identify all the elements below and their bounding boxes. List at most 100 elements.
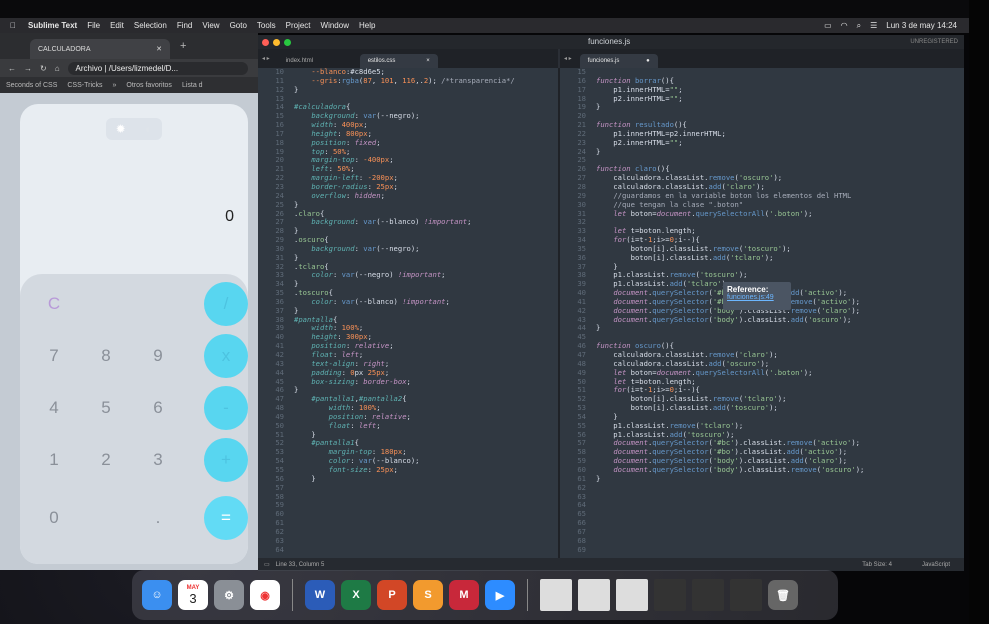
browser-tab[interactable]: CALCULADORA ✕ xyxy=(30,39,170,59)
bookmark-more[interactable]: » xyxy=(113,82,117,89)
key-7[interactable]: 7 xyxy=(32,334,76,378)
new-tab-icon[interactable]: + xyxy=(180,40,186,52)
sublime-text-icon[interactable]: S xyxy=(413,580,443,610)
url-field[interactable]: Archivo | /Users/lizmedel/D... xyxy=(67,61,248,75)
reference-popup: Reference: funciones.js:49 xyxy=(723,282,791,310)
key-5[interactable]: 5 xyxy=(84,386,128,430)
window-thumbnail[interactable] xyxy=(730,579,762,611)
key-3[interactable]: 3 xyxy=(136,438,180,482)
line-gutter: 10 11 12 13 14 15 16 17 18 19 20 21 22 2… xyxy=(275,68,284,554)
menu-project[interactable]: Project xyxy=(286,21,311,30)
menu-view[interactable]: View xyxy=(202,21,219,30)
app-menu[interactable]: Sublime Text xyxy=(28,21,77,30)
battery-icon[interactable]: ▭ xyxy=(824,21,832,31)
code-css: --blanco:#c8d6e5; --gris:rgba(87, 101, 1… xyxy=(294,68,515,483)
menu-tools[interactable]: Tools xyxy=(257,21,276,30)
excel-icon[interactable]: X xyxy=(341,580,371,610)
menu-help[interactable]: Help xyxy=(359,21,375,30)
key-6[interactable]: 6 xyxy=(136,386,180,430)
system-preferences-icon[interactable]: ⚙ xyxy=(214,580,244,610)
control-center-icon[interactable]: ☰ xyxy=(870,21,877,31)
tab-nav-icon[interactable]: ◂ ▸ xyxy=(258,55,274,62)
close-icon[interactable]: × xyxy=(426,58,430,64)
key-equals[interactable]: = xyxy=(204,496,248,540)
tab-size[interactable]: Tab Size: 4 xyxy=(862,562,892,568)
tab-index-html[interactable]: index.html xyxy=(278,54,356,68)
minimize-window-icon[interactable] xyxy=(273,38,280,46)
key-1[interactable]: 1 xyxy=(32,438,76,482)
clock[interactable]: Lun 3 de may 14:24 xyxy=(886,21,957,31)
powerpoint-icon[interactable]: P xyxy=(377,580,407,610)
browser-tabbar: CALCULADORA ✕ + xyxy=(0,33,258,59)
key-decimal[interactable]: . xyxy=(136,496,180,540)
sublime-window: funciones.js UNREGISTERED ◂ ▸ index.html… xyxy=(258,35,964,571)
menu-selection[interactable]: Selection xyxy=(134,21,167,30)
back-icon[interactable]: ← xyxy=(8,64,16,73)
dirty-indicator-icon[interactable]: ● xyxy=(646,58,650,64)
window-thumbnail[interactable] xyxy=(692,579,724,611)
right-tabbar: ◂ ▸ funciones.js ● xyxy=(560,49,964,68)
bookmark-item[interactable]: Lista d xyxy=(182,82,203,89)
cursor-position[interactable]: Line 33, Column 5 xyxy=(276,562,325,568)
key-plus[interactable]: + xyxy=(204,438,248,482)
apple-menu-icon[interactable]:  xyxy=(10,21,16,30)
key-2[interactable]: 2 xyxy=(84,438,128,482)
left-tabbar: ◂ ▸ index.html estilos.css × xyxy=(258,49,558,68)
document-thumbnail[interactable] xyxy=(540,579,572,611)
window-thumbnail[interactable] xyxy=(654,579,686,611)
menu-edit[interactable]: Edit xyxy=(110,21,124,30)
bookmark-item[interactable]: CSS-Tricks xyxy=(67,82,102,89)
menu-window[interactable]: Window xyxy=(321,21,349,30)
key-9[interactable]: 9 xyxy=(136,334,180,378)
key-4[interactable]: 4 xyxy=(32,386,76,430)
moon-icon[interactable]: ◐ xyxy=(145,122,152,136)
close-window-icon[interactable] xyxy=(262,38,269,46)
dock-separator xyxy=(292,579,293,611)
sublime-titlebar: funciones.js UNREGISTERED xyxy=(258,35,964,49)
tab-label: funciones.js xyxy=(587,58,620,64)
word-icon[interactable]: W xyxy=(305,580,335,610)
screen-edge xyxy=(969,0,989,624)
document-thumbnail[interactable] xyxy=(578,579,610,611)
key-divide[interactable]: / xyxy=(204,282,248,326)
window-title: funciones.js xyxy=(588,37,631,46)
key-C[interactable]: C xyxy=(32,282,76,326)
wifi-icon[interactable]: ◠ xyxy=(841,21,848,31)
calendar-icon[interactable]: MAY 3 xyxy=(178,580,208,610)
maximize-window-icon[interactable] xyxy=(284,38,291,46)
finder-icon[interactable]: ☺ xyxy=(142,580,172,610)
editor-pane-css[interactable]: 10 11 12 13 14 15 16 17 18 19 20 21 22 2… xyxy=(258,68,558,558)
key-8[interactable]: 8 xyxy=(84,334,128,378)
bookmark-folder[interactable]: Otros favoritos xyxy=(126,82,172,89)
dock: ☺ MAY 3 ⚙ ◉ W X P S M ▶ 🗑 xyxy=(132,570,838,620)
calendar-day: 3 xyxy=(189,590,197,606)
theme-toggle[interactable]: ✹ ◐ xyxy=(106,118,162,140)
bookmark-item[interactable]: Seconds of CSS xyxy=(6,82,57,89)
mendeley-icon[interactable]: M xyxy=(449,580,479,610)
document-thumbnail[interactable] xyxy=(616,579,648,611)
menu-goto[interactable]: Goto xyxy=(230,21,247,30)
forward-icon[interactable]: → xyxy=(24,64,32,73)
editor-pane-js[interactable]: 15 16 17 18 19 20 21 22 23 24 25 26 27 2… xyxy=(560,68,964,558)
syntax-mode[interactable]: JavaScript xyxy=(922,562,950,568)
trash-icon[interactable]: 🗑 xyxy=(768,580,798,610)
line-gutter: 15 16 17 18 19 20 21 22 23 24 25 26 27 2… xyxy=(577,68,586,554)
sun-icon[interactable]: ✹ xyxy=(116,122,126,136)
chrome-icon[interactable]: ◉ xyxy=(250,580,280,610)
panel-icon[interactable]: ▭ xyxy=(264,561,270,568)
tab-label: estilos.css xyxy=(367,58,396,64)
menu-file[interactable]: File xyxy=(87,21,100,30)
home-icon[interactable]: ⌂ xyxy=(55,64,60,73)
search-icon[interactable]: ⌕ xyxy=(857,21,861,31)
tab-nav-icon[interactable]: ◂ ▸ xyxy=(560,55,576,62)
close-icon[interactable]: ✕ xyxy=(156,45,162,53)
reload-icon[interactable]: ↻ xyxy=(40,64,47,73)
tab-estilos-css[interactable]: estilos.css × xyxy=(359,54,438,68)
zoom-icon[interactable]: ▶ xyxy=(485,580,515,610)
key-multiply[interactable]: x xyxy=(204,334,248,378)
menu-find[interactable]: Find xyxy=(177,21,193,30)
reference-link[interactable]: funciones.js:49 xyxy=(727,294,787,301)
tab-funciones-js[interactable]: funciones.js ● xyxy=(579,54,658,68)
key-minus[interactable]: - xyxy=(204,386,248,430)
key-0[interactable]: 0 xyxy=(32,496,76,540)
